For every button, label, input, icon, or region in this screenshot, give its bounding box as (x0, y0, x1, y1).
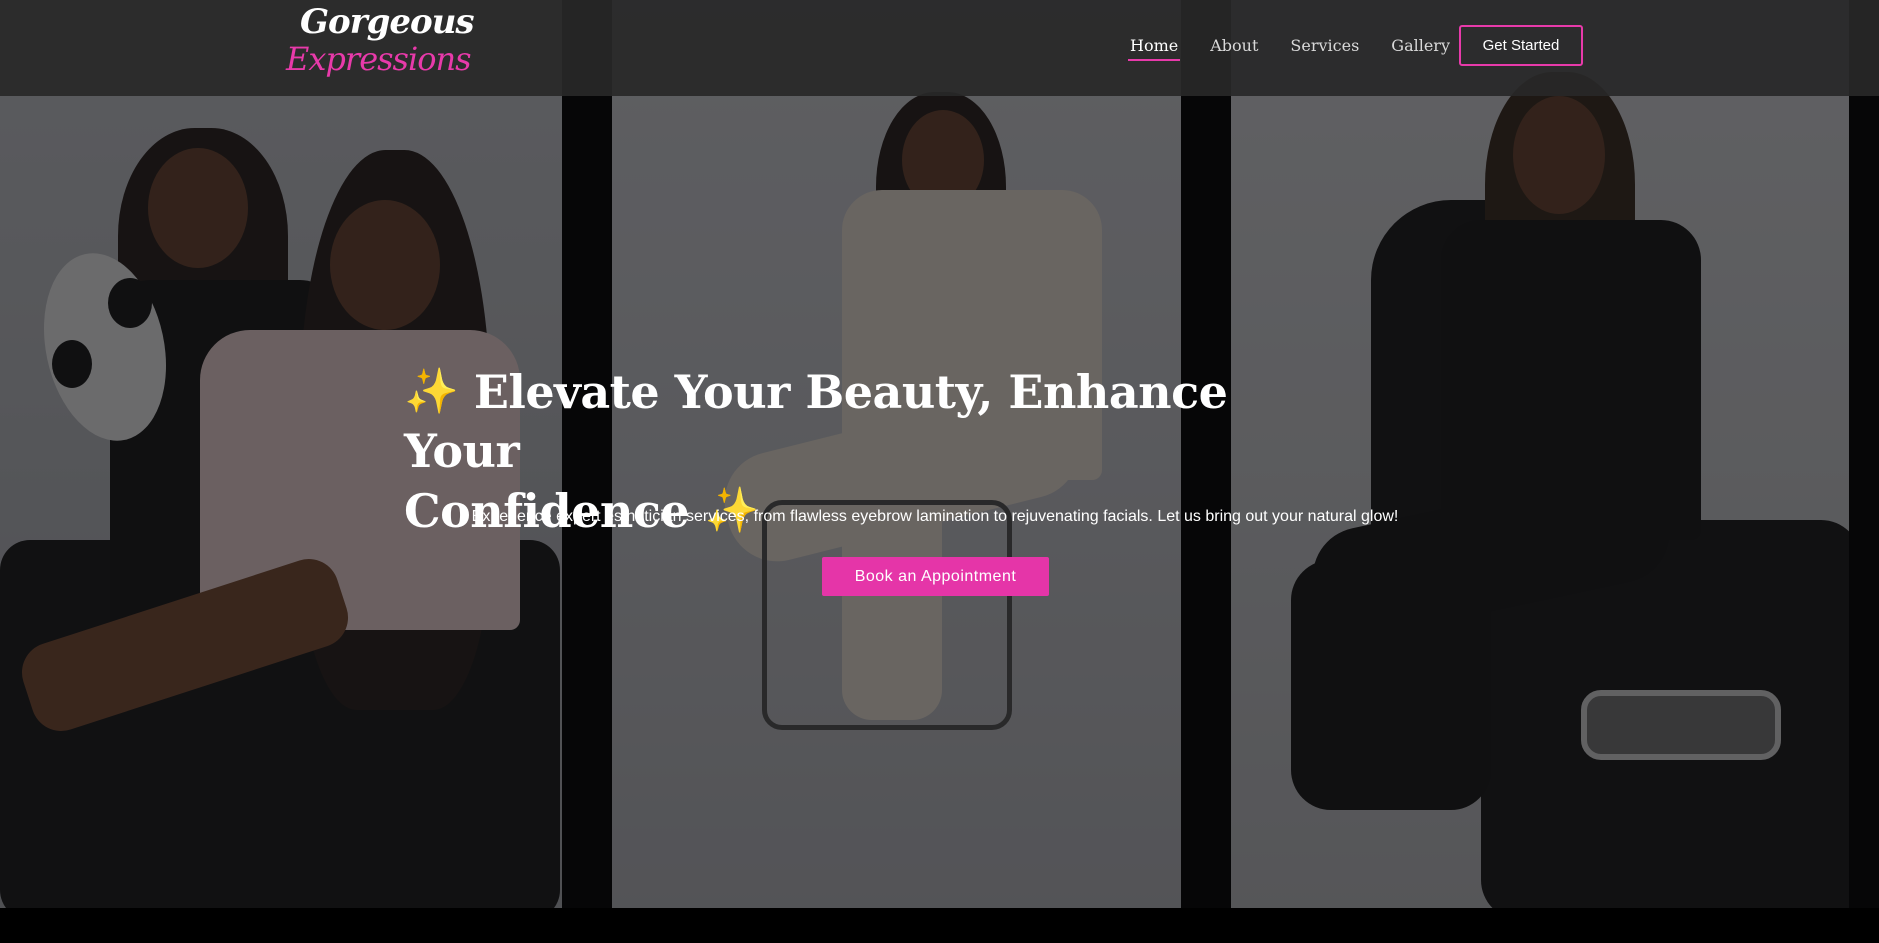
hero-title-line1: Elevate Your Beauty, Enhance Your (404, 365, 1228, 478)
bottom-strip (0, 908, 1879, 943)
logo-text-gorgeous: Gorgeous (300, 2, 475, 42)
nav-link-gallery[interactable]: Gallery (1391, 36, 1450, 61)
sparkle-icon: ✨ (404, 366, 459, 417)
book-appointment-button[interactable]: Book an Appointment (822, 557, 1049, 596)
get-started-button[interactable]: Get Started (1459, 25, 1583, 66)
nav-link-home[interactable]: Home (1127, 36, 1181, 61)
site-logo[interactable]: Gorgeous Expressions (286, 0, 475, 86)
nav-link-about[interactable]: About (1210, 36, 1258, 61)
main-nav: Home About Services Gallery (1127, 32, 1482, 64)
logo-text-expressions: Expressions (286, 40, 471, 78)
hero-subtitle: Experience expert esthetician services, … (471, 508, 1399, 525)
nav-link-services[interactable]: Services (1290, 36, 1359, 61)
site-header: Gorgeous Expressions Home About Services… (0, 0, 1879, 96)
